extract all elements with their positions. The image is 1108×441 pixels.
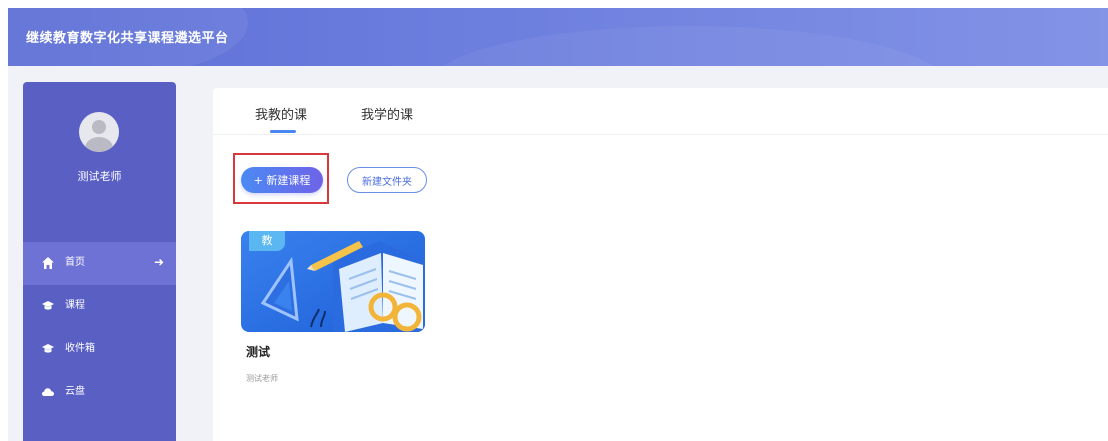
- graduation-cap-icon: [41, 299, 55, 313]
- app-frame: 继续教育数字化共享课程遴选平台 测试老师 首页 ➜ 课程 收件箱 云盘 我教的课…: [8, 8, 1108, 441]
- course-card[interactable]: 教 测试 测试老师: [241, 231, 425, 391]
- sidebar-item-home[interactable]: 首页 ➜: [23, 242, 176, 285]
- new-course-button[interactable]: + 新建课程: [241, 167, 323, 193]
- new-folder-button[interactable]: 新建文件夹: [347, 167, 427, 193]
- top-header: 继续教育数字化共享课程遴选平台: [8, 8, 1108, 66]
- sidebar-item-courses[interactable]: 课程: [23, 285, 176, 328]
- arrow-right-icon: ➜: [153, 255, 164, 269]
- user-name: 测试老师: [77, 170, 122, 183]
- sidebar-item-label: 首页: [65, 257, 85, 268]
- sidebar-item-cloud-drive[interactable]: 云盘: [23, 371, 176, 414]
- course-teacher: 测试老师: [246, 374, 278, 383]
- sidebar-item-label: 收件箱: [65, 343, 95, 354]
- header-decoration: [428, 26, 948, 66]
- course-title[interactable]: 测试: [246, 343, 270, 360]
- course-tag-badge: 教: [249, 231, 285, 251]
- sidebar: 测试老师 首页 ➜ 课程 收件箱 云盘: [23, 82, 176, 441]
- sidebar-item-label: 云盘: [65, 386, 85, 397]
- course-cover-image: 教: [241, 231, 425, 332]
- tab-my-teaching[interactable]: 我教的课: [255, 104, 307, 123]
- cloud-icon: [41, 385, 55, 399]
- avatar-head-shape: [92, 120, 106, 134]
- active-tab-indicator: [270, 130, 296, 133]
- app-title: 继续教育数字化共享课程遴选平台: [26, 31, 229, 46]
- sidebar-item-inbox[interactable]: 收件箱: [23, 328, 176, 371]
- sidebar-item-label: 课程: [65, 300, 85, 311]
- main-content: 我教的课 我学的课 + 新建课程 新建文件夹 教 测试 测试老师: [213, 88, 1108, 441]
- graduation-cap-icon: [41, 342, 55, 356]
- avatar-body-shape: [85, 137, 113, 152]
- sidebar-nav: 首页 ➜ 课程 收件箱 云盘: [23, 242, 176, 414]
- tab-bar: 我教的课 我学的课: [213, 88, 1108, 135]
- home-icon: [41, 256, 55, 270]
- avatar[interactable]: [79, 112, 119, 152]
- tab-my-learning[interactable]: 我学的课: [361, 104, 413, 123]
